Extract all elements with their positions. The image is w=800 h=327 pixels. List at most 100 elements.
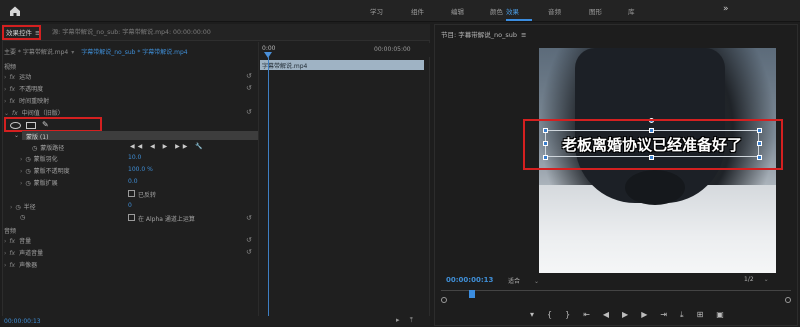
panel-menu-icon[interactable]: ≡ bbox=[521, 31, 526, 39]
effect-controls-footer bbox=[2, 316, 430, 326]
fx-icon[interactable]: fx bbox=[9, 250, 15, 257]
effect-name: 运动 bbox=[19, 74, 32, 81]
chevron-right-icon[interactable]: › bbox=[4, 74, 6, 81]
property-name: 蒙版路径 bbox=[40, 145, 65, 152]
radius-row[interactable]: › ◷ 半径 bbox=[10, 202, 36, 211]
reset-icon[interactable]: ↺ bbox=[246, 84, 254, 92]
alpha-label: 在 Alpha 通道上运算 bbox=[138, 216, 195, 223]
workspace-effects[interactable]: 效果 bbox=[506, 6, 519, 16]
effect-row-time-remap[interactable]: › fx 时间重映射 bbox=[4, 96, 49, 105]
effect-row-opacity[interactable]: › fx 不透明度 bbox=[4, 84, 43, 93]
mask-feather-row[interactable]: › ◷ 蒙版羽化 bbox=[20, 154, 58, 163]
stopwatch-icon[interactable]: ◷ bbox=[32, 145, 37, 152]
workspace-audio[interactable]: 音频 bbox=[548, 6, 561, 16]
chevron-right-icon[interactable]: › bbox=[20, 156, 22, 163]
fx-icon[interactable]: fx bbox=[9, 86, 15, 93]
tab-source[interactable]: 源: 字幕带解说_no_sub: 字幕带解说.mp4: 00:00:00:00 bbox=[52, 27, 211, 36]
workspace-editing[interactable]: 编辑 bbox=[451, 6, 464, 16]
property-name: 蒙版不透明度 bbox=[33, 168, 70, 175]
stopwatch-icon[interactable]: ◷ bbox=[20, 214, 25, 221]
program-timecode[interactable]: 00:00:00:13 bbox=[446, 276, 493, 284]
workspace-libraries[interactable]: 库 bbox=[628, 6, 635, 16]
inverted-checkbox[interactable] bbox=[128, 190, 135, 197]
chevron-right-icon[interactable]: › bbox=[4, 238, 6, 245]
effect-row-panner[interactable]: › fx 声像器 bbox=[4, 260, 37, 269]
reset-icon[interactable]: ↺ bbox=[246, 72, 254, 80]
program-playhead-icon[interactable] bbox=[469, 290, 475, 298]
effect-row-volume[interactable]: › fx 音量 bbox=[4, 236, 31, 245]
program-monitor-tab[interactable]: 节目: 字幕带解说_no_sub ≡ bbox=[441, 29, 526, 39]
effect-name: 声像器 bbox=[19, 262, 38, 269]
timeline-end: 00:00:05:00 bbox=[374, 46, 411, 53]
reset-icon[interactable]: ↺ bbox=[246, 108, 254, 116]
effect-row-channel-volume[interactable]: › fx 声道音量 bbox=[4, 248, 43, 257]
source-selector[interactable]: 主要 * 字幕带解说.mp4 ▾ 字幕带解说_no_sub * 字幕带解说.mp4 bbox=[4, 47, 188, 56]
workspace-color[interactable]: 颜色 bbox=[490, 6, 503, 16]
zoom-fit-dropdown[interactable]: 适合 ⌄ bbox=[508, 276, 550, 285]
mask-row-selected[interactable] bbox=[22, 131, 258, 140]
fx-icon[interactable]: fx bbox=[9, 238, 15, 245]
reset-icon[interactable]: ↺ bbox=[246, 236, 254, 244]
property-name: 蒙版扩展 bbox=[33, 180, 58, 187]
fx-icon[interactable]: fx bbox=[9, 74, 15, 81]
footer-icons[interactable]: ▸ ⤒ bbox=[396, 316, 417, 325]
effect-controls-timecode[interactable]: 00:00:00:13 bbox=[4, 318, 41, 325]
zoom-handle-right[interactable] bbox=[785, 297, 791, 303]
chevron-right-icon[interactable]: › bbox=[4, 250, 6, 257]
mask-opacity-row[interactable]: › ◷ 蒙版不透明度 bbox=[20, 166, 70, 175]
mask-feather-value[interactable]: 10.0 bbox=[128, 154, 141, 161]
workspace-graphics[interactable]: 图形 bbox=[589, 6, 602, 16]
fx-icon[interactable]: fx bbox=[9, 262, 15, 269]
chevron-right-icon[interactable]: › bbox=[4, 262, 6, 269]
audio-section-header: 音频 bbox=[4, 228, 17, 235]
reset-icon[interactable]: ↺ bbox=[246, 214, 254, 222]
mask-expansion-value[interactable]: 0.0 bbox=[128, 178, 138, 185]
alpha-row: ◷ bbox=[20, 214, 28, 223]
workspace-assembly[interactable]: 组件 bbox=[411, 6, 424, 16]
chevron-down-icon[interactable]: ⌄ bbox=[4, 110, 9, 117]
program-time-ruler[interactable] bbox=[441, 290, 791, 298]
workspace-learn[interactable]: 学习 bbox=[370, 6, 383, 16]
effect-name: 时间重映射 bbox=[19, 98, 50, 105]
double-chevron-right-icon[interactable]: » bbox=[723, 4, 729, 14]
chevron-down-icon[interactable]: ⌄ bbox=[14, 132, 19, 141]
timeline-start: 0:00 bbox=[262, 45, 276, 52]
transport-controls[interactable]: ▾{}⇤◀▶▶⇥⤓⊞▣ bbox=[530, 310, 737, 320]
stopwatch-icon[interactable]: ◷ bbox=[25, 168, 30, 175]
mask-path-row[interactable]: ◷ 蒙版路径 bbox=[32, 143, 64, 152]
resolution-dropdown[interactable]: 1/2 ⌄ bbox=[744, 276, 784, 283]
zoom-handle-left[interactable] bbox=[441, 297, 447, 303]
property-name: 蒙版羽化 bbox=[33, 156, 58, 163]
effect-row-mosaic[interactable]: ⌄ fx 中间值（旧版） bbox=[4, 108, 64, 117]
stopwatch-icon[interactable]: ◷ bbox=[15, 204, 20, 211]
stopwatch-icon[interactable]: ◷ bbox=[25, 180, 30, 187]
mask-label: 蒙版 (1) bbox=[26, 134, 49, 141]
playhead-line bbox=[268, 57, 269, 320]
effect-name: 中间值（旧版） bbox=[21, 110, 64, 117]
fx-icon[interactable]: fx bbox=[12, 110, 18, 117]
source-clip-label: 主要 * 字幕带解说.mp4 bbox=[4, 49, 69, 56]
chevron-right-icon[interactable]: › bbox=[4, 86, 6, 93]
fit-label: 适合 bbox=[508, 278, 521, 285]
reset-icon[interactable]: ↺ bbox=[246, 248, 254, 256]
alpha-checkbox[interactable] bbox=[128, 214, 135, 221]
mask-expansion-row[interactable]: › ◷ 蒙版扩展 bbox=[20, 178, 58, 187]
radius-value[interactable]: 0 bbox=[128, 202, 132, 209]
dropdown-arrow-icon[interactable]: ▾ bbox=[71, 49, 74, 56]
chevron-right-icon[interactable]: › bbox=[20, 180, 22, 187]
chevron-right-icon[interactable]: › bbox=[20, 168, 22, 175]
program-title: 节目: 字幕带解说_no_sub bbox=[441, 31, 517, 39]
home-icon[interactable] bbox=[8, 4, 22, 18]
sequence-clip-label[interactable]: 字幕带解说_no_sub * 字幕带解说.mp4 bbox=[81, 49, 187, 56]
video-section-header: 视频 bbox=[4, 64, 17, 71]
panel-divider[interactable] bbox=[258, 42, 259, 316]
highlight-box-mask-tools bbox=[4, 117, 102, 132]
chevron-right-icon[interactable]: › bbox=[10, 204, 12, 211]
stopwatch-icon[interactable]: ◷ bbox=[25, 156, 30, 163]
mask-opacity-value[interactable]: 100.0 % bbox=[128, 166, 153, 173]
inverted-label: 已反转 bbox=[138, 192, 157, 199]
fx-icon[interactable]: fx bbox=[9, 98, 15, 105]
mask-track-controls[interactable]: ◀◀ ◀ ▶ ▶▶ 🔧 bbox=[130, 143, 206, 150]
chevron-right-icon[interactable]: › bbox=[4, 98, 6, 105]
effect-row-motion[interactable]: › fx 运动 bbox=[4, 72, 31, 81]
